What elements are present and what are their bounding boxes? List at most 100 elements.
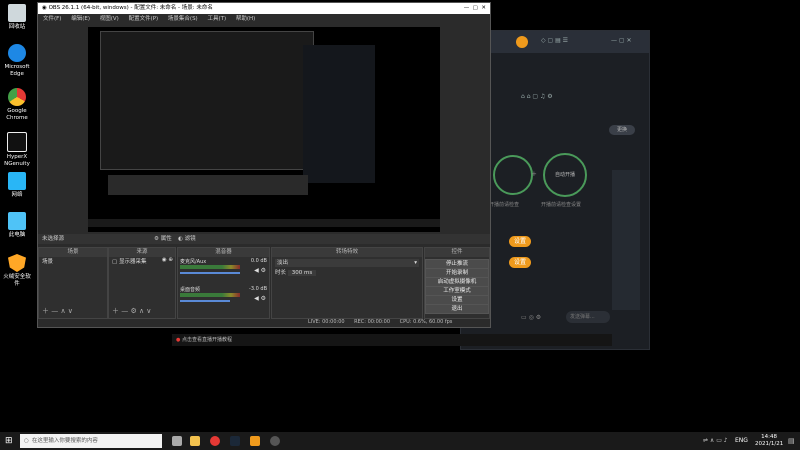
obs-title: OBS 26.1.1 (64-bit, windows) - 配置文件: 未命名… [48, 5, 213, 11]
scene-controls[interactable]: ＋ — ∧ ∨ [42, 306, 73, 316]
speaker-icon[interactable]: ◀ ⚙ [254, 267, 266, 274]
properties-button[interactable]: ⚙ 属性 [154, 234, 172, 244]
mixer-header: 混音器 [178, 248, 269, 257]
window-controls[interactable]: — ▢ ✕ [611, 37, 632, 44]
search-icon: ○ [24, 438, 29, 444]
mixer-meter [180, 265, 240, 269]
filters-button[interactable]: ◐ 滤镜 [178, 234, 196, 244]
mixer-track: 桌面音频 -3.0 dB ◀ ⚙ [178, 285, 269, 313]
mixer-track-db: 0.0 dB [250, 258, 267, 264]
menu-help[interactable]: 帮助(H) [236, 16, 255, 22]
transition-select[interactable]: 淡出 ▾ [275, 259, 419, 267]
input-icons[interactable]: ▭ ◎ ⚙ [521, 314, 541, 321]
scenes-dock: 场景 场景 ＋ — ∧ ∨ [38, 247, 108, 319]
side-panel [612, 170, 640, 310]
duration-label: 时长 [275, 270, 287, 276]
search-placeholder: 在这里输入你要搜索的内容 [31, 438, 98, 444]
mixer-track-name: 桌面音频 [180, 287, 201, 293]
obs-logo-icon: ◉ [42, 5, 47, 11]
eye-icon[interactable]: ◉ ⊕ [162, 257, 173, 263]
orange-button-1[interactable]: 设置 [509, 236, 531, 247]
obs-taskbar-icon[interactable] [270, 436, 280, 446]
clock-time: 14:48 [761, 434, 778, 440]
auto-start-circle[interactable]: 自动开播 [543, 153, 587, 197]
obs-window: ◉ OBS 26.1.1 (64-bit, windows) - 配置文件: 未… [37, 2, 491, 328]
menu-scene-collection[interactable]: 场景集合(S) [168, 16, 198, 22]
volume-slider[interactable] [180, 272, 240, 274]
mixer-track: 麦克风/Aux 0.0 dB ◀ ⚙ [178, 257, 269, 285]
streaming-app-taskbar-icon[interactable] [250, 436, 260, 446]
taskbar-search[interactable]: ○ 在这里输入你要搜索的内容 [20, 434, 162, 448]
obs-window-controls[interactable]: — ▢ ✕ [464, 3, 486, 14]
danmaku-input[interactable]: 发送弹幕... [566, 311, 610, 323]
nested-docks [108, 175, 308, 195]
no-source-label: 未选择源 [42, 236, 65, 242]
desktop-icon-network[interactable]: 网络 [2, 172, 32, 199]
menu-profile[interactable]: 配置文件(P) [129, 16, 159, 22]
exit-button[interactable]: 退出 [425, 304, 489, 314]
info-icon: ● [176, 337, 181, 343]
sources-header: 来源 [109, 248, 175, 257]
desktop-icon-huorong[interactable]: 火绒安全软件 [2, 254, 32, 288]
mixer-meter [180, 293, 240, 297]
source-toolbar: 未选择源 ⚙ 属性 ◐ 滤镜 [38, 234, 490, 244]
chevron-down-icon: ▾ [414, 260, 417, 266]
desktop-icon-hyperx[interactable]: HyperX NGenuity [2, 132, 32, 168]
sources-dock: 来源 ▢ 显示器采集 ◉ ⊕ ＋ — ⚙ ∧ ∨ [108, 247, 176, 319]
file-explorer-icon[interactable] [190, 436, 200, 446]
filters-label: 滤镜 [184, 236, 196, 242]
desktop-icon-edge[interactable]: Microsoft Edge [2, 44, 32, 78]
chrome-icon [8, 88, 26, 106]
mixer-dock: 混音器 麦克风/Aux 0.0 dB ◀ ⚙ 桌面音频 -3.0 dB ◀ ⚙ [177, 247, 270, 319]
task-view-icon[interactable] [172, 436, 182, 446]
network-icon [8, 172, 26, 190]
orange-button-2[interactable]: 设置 [509, 257, 531, 268]
steam-icon[interactable] [230, 436, 240, 446]
toolbar-icons[interactable]: ⌂ ⌂ ▢ ♫ ⚙ [521, 93, 553, 100]
desktop-icon-chrome[interactable]: Google Chrome [2, 88, 32, 122]
chrome-taskbar-icon[interactable] [210, 436, 220, 446]
nested-right-app [303, 45, 375, 183]
menu-tools[interactable]: 工具(T) [207, 16, 226, 22]
desktop-icon-recycle-bin[interactable]: 回收站 [2, 4, 32, 31]
obs-preview[interactable] [88, 27, 440, 232]
language-indicator[interactable]: ENG [735, 437, 748, 444]
clock[interactable]: 14:48 2021/1/21 [755, 434, 783, 448]
speaker-icon[interactable]: ◀ ⚙ [254, 295, 266, 302]
settings-icon[interactable]: ◇ ▢ ▤ ☰ [541, 37, 568, 44]
controls-header: 控件 [425, 248, 489, 257]
volume-slider[interactable] [180, 300, 230, 302]
transitions-dock: 转场特效 淡出 ▾ 时长 300 ms [271, 247, 423, 319]
shield-icon [8, 254, 26, 272]
duration-input[interactable]: 300 ms [287, 270, 317, 276]
left-circle[interactable] [493, 155, 533, 195]
tray-icons[interactable]: ⇌ ∧ ▭ ♪ [703, 437, 728, 444]
scene-item[interactable]: 场景 [39, 257, 107, 265]
obs-statusbar: LIVE: 00:00:00 REC: 00:00:00 CPU: 0.6%, … [308, 318, 488, 326]
menu-view[interactable]: 视图(V) [100, 16, 119, 22]
windows-start-icon[interactable]: ⊞ [5, 436, 13, 446]
menu-file[interactable]: 文件(F) [43, 16, 61, 22]
obs-titlebar: ◉ OBS 26.1.1 (64-bit, windows) - 配置文件: 未… [38, 3, 490, 14]
clock-date: 2021/1/21 [755, 441, 784, 447]
desktop-icon-this-pc[interactable]: 此电脑 [2, 212, 32, 239]
obs-menubar: 文件(F) 编辑(E) 视图(V) 配置文件(P) 场景集合(S) 工具(T) … [38, 14, 490, 24]
duration-row: 时长 300 ms [275, 269, 419, 277]
bottom-info-bar: ● 点击查看直播开播教程 [172, 334, 612, 346]
caption-right: 开播前请检查设置 [541, 202, 582, 208]
caption-left: 开播前请检查 [489, 202, 520, 208]
menu-edit[interactable]: 编辑(E) [71, 16, 90, 22]
avatar[interactable] [516, 36, 528, 48]
source-item[interactable]: ▢ 显示器采集 ◉ ⊕ [109, 257, 175, 265]
mixer-track-name: 麦克风/Aux [180, 259, 207, 265]
live-time: LIVE: 00:00:00 [308, 319, 345, 325]
notification-icon[interactable]: ▤ [788, 437, 795, 445]
properties-label: 属性 [160, 236, 172, 242]
change-button[interactable]: 更换 [609, 125, 635, 135]
recycle-bin-icon [8, 4, 26, 22]
scenes-header: 场景 [39, 248, 107, 257]
source-controls[interactable]: ＋ — ⚙ ∧ ∨ [112, 306, 151, 316]
info-tip[interactable]: 点击查看直播开播教程 [182, 337, 232, 343]
computer-icon [8, 212, 26, 230]
source-item-label: 显示器采集 [118, 259, 147, 265]
